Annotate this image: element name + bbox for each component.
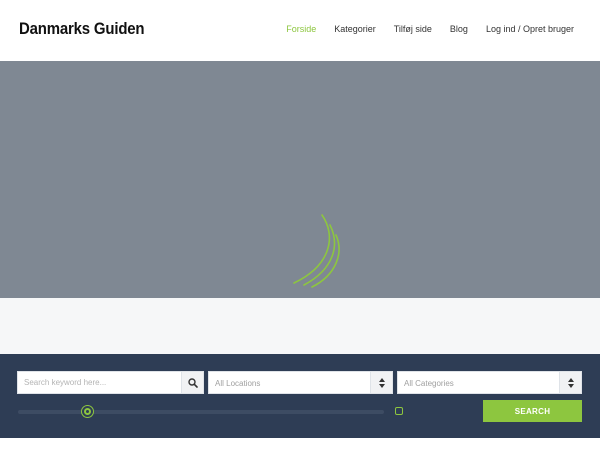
search-bar: All Locations All Categories xyxy=(0,354,600,438)
category-select[interactable]: All Categories xyxy=(397,371,582,394)
keyword-field xyxy=(17,371,204,394)
location-select-value: All Locations xyxy=(215,379,261,388)
nav-item-forside[interactable]: Forside xyxy=(286,24,316,34)
radius-slider-track[interactable] xyxy=(18,410,384,414)
main-nav: Forside Kategorier Tilføj side Blog Log … xyxy=(268,24,574,34)
sort-arrows-icon[interactable] xyxy=(559,372,581,393)
keyword-input[interactable] xyxy=(18,372,203,393)
content-spacer xyxy=(0,298,600,354)
loading-spinner-icon xyxy=(293,214,340,288)
nav-item-blog[interactable]: Blog xyxy=(450,24,468,34)
search-icon[interactable] xyxy=(181,372,203,393)
site-logo[interactable]: Danmarks Guiden xyxy=(19,19,145,39)
nav-item-login[interactable]: Log ind / Opret bruger xyxy=(486,24,574,34)
site-header: Danmarks Guiden Forside Kategorier Tilfø… xyxy=(0,0,600,61)
radius-checkbox[interactable] xyxy=(395,407,403,415)
location-select[interactable]: All Locations xyxy=(208,371,393,394)
category-select-value: All Categories xyxy=(404,379,454,388)
sort-arrows-icon[interactable] xyxy=(370,372,392,393)
radius-slider-handle[interactable] xyxy=(82,406,94,417)
nav-item-kategorier[interactable]: Kategorier xyxy=(334,24,376,34)
search-button[interactable]: SEARCH xyxy=(483,400,582,422)
nav-item-tilfoj-side[interactable]: Tilføj side xyxy=(394,24,432,34)
footer-strip xyxy=(0,438,600,450)
hero-banner xyxy=(0,61,600,298)
